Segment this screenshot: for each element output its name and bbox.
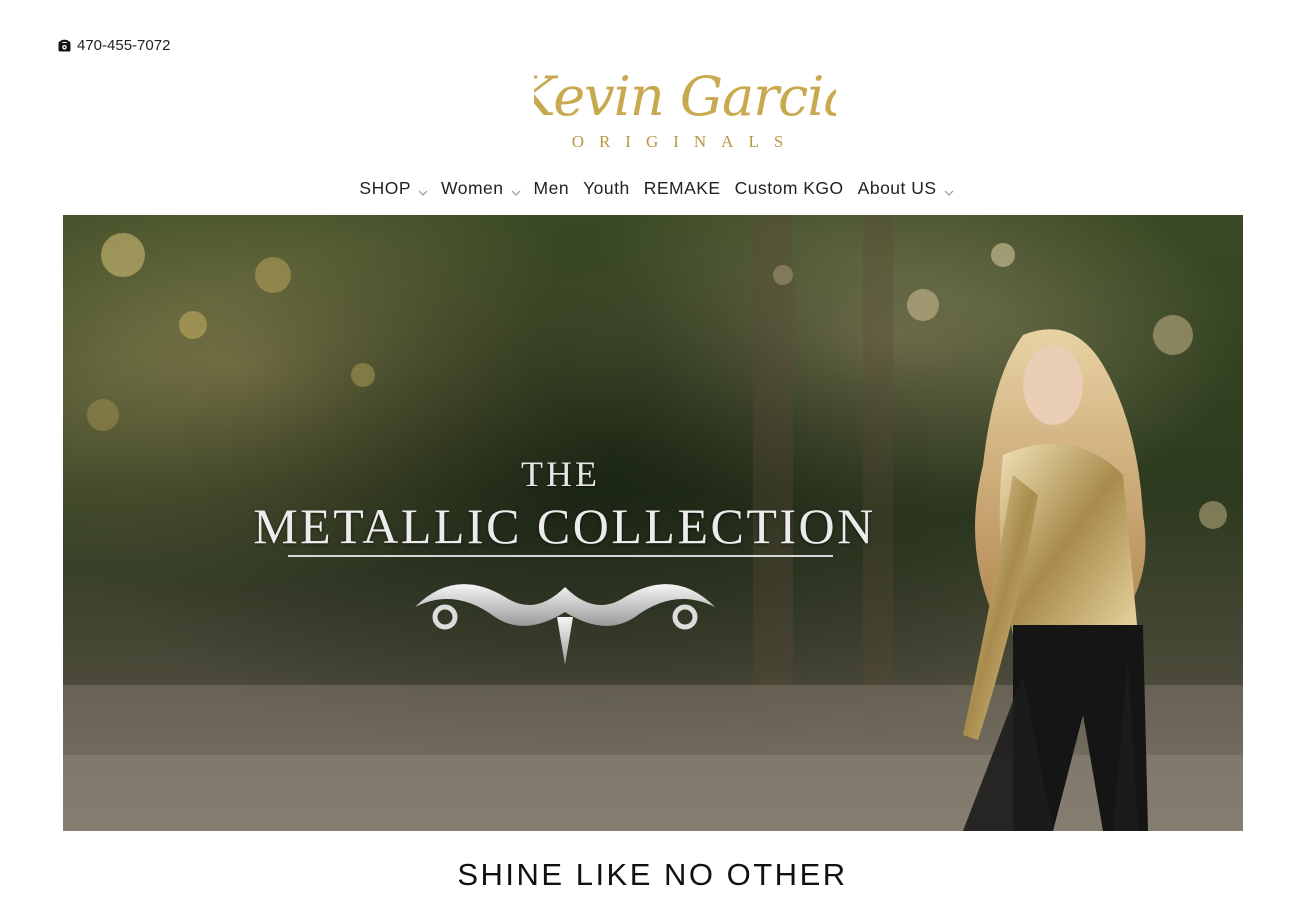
nav-item-label: SHOP xyxy=(359,177,412,198)
chevron-down-icon xyxy=(944,182,954,196)
nav-item-label: Women xyxy=(441,177,504,198)
hero-image xyxy=(63,215,1243,831)
phone-icon xyxy=(58,39,71,52)
main-nav: SHOP Women Men Youth REMAKE Custom KGO About U… xyxy=(0,172,1312,204)
nav-item-women[interactable]: Women xyxy=(434,172,526,204)
logo-script-text: Kevin Garcia xyxy=(534,65,836,128)
hero-banner[interactable]: THE METALLIC COLLECTION xyxy=(63,215,1243,831)
nav-item-youth[interactable]: Youth xyxy=(576,172,637,204)
chevron-down-icon xyxy=(511,182,520,196)
section-heading: SHINE LIKE NO OTHER xyxy=(457,857,848,892)
chevron-down-icon xyxy=(418,182,428,196)
nav-item-shop[interactable]: SHOP xyxy=(352,172,434,204)
logo-originals-text: ORIGINALS xyxy=(572,132,799,151)
nav-item-men[interactable]: Men xyxy=(527,172,577,204)
nav-item-about-us[interactable]: About US xyxy=(851,172,960,204)
nav-item-label: REMAKE xyxy=(643,177,721,198)
nav-item-label: About US xyxy=(857,177,937,198)
phone-link[interactable]: 470-455-7072 xyxy=(58,37,170,54)
nav-item-remake[interactable]: REMAKE xyxy=(637,172,728,204)
nav-item-label: Men xyxy=(533,177,570,198)
brand-logo[interactable]: Kevin Garcia ORIGINALS xyxy=(514,55,855,163)
nav-item-label: Custom KGO xyxy=(734,177,844,198)
phone-number: 470-455-7072 xyxy=(77,37,171,54)
nav-item-custom-kgo[interactable]: Custom KGO xyxy=(728,172,851,204)
nav-item-label: Youth xyxy=(583,177,630,198)
pink-mark-decoration: ▔▔▔ xyxy=(385,12,402,18)
